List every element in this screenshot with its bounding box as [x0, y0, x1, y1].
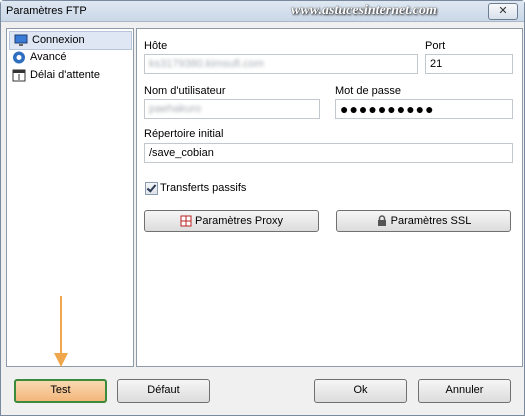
- watermark: www.astucesinternet.com: [291, 3, 437, 18]
- lock-icon: [377, 215, 386, 227]
- monitor-icon: [14, 34, 28, 46]
- initial-directory-label: Répertoire initial: [144, 128, 224, 140]
- sidebar-item-delai-attente[interactable]: Délai d'attente: [8, 67, 131, 84]
- sidebar-item-label: Délai d'attente: [30, 69, 100, 81]
- proxy-icon: [180, 215, 192, 227]
- ok-button-label: Ok: [353, 384, 368, 396]
- sidebar-item-label: Connexion: [32, 34, 85, 46]
- clock-window-icon: [12, 69, 26, 82]
- port-field[interactable]: 21: [425, 54, 513, 74]
- test-button[interactable]: Test: [14, 379, 107, 403]
- ok-button[interactable]: Ok: [314, 379, 407, 403]
- window-title: Paramètres FTP: [6, 5, 87, 17]
- port-value: 21: [430, 58, 443, 70]
- passive-transfers-checkbox[interactable]: [145, 182, 158, 195]
- host-field[interactable]: ks3179380.kimsufi.com: [144, 54, 418, 74]
- username-label: Nom d'utilisateur: [144, 85, 226, 97]
- test-button-label: Test: [50, 384, 71, 396]
- default-button[interactable]: Défaut: [117, 379, 210, 403]
- title-bar: Paramètres FTP www.astucesinternet.com ✕: [1, 1, 524, 22]
- sidebar-item-connexion[interactable]: Connexion: [9, 31, 132, 50]
- gear-icon: [13, 51, 25, 64]
- cancel-button-label: Annuler: [445, 384, 484, 396]
- sidebar-item-avance[interactable]: Avancé: [8, 49, 131, 66]
- proxy-settings-label: Paramètres Proxy: [194, 215, 284, 227]
- password-label: Mot de passe: [335, 85, 402, 97]
- host-value: ks3179380.kimsufi.com: [149, 58, 264, 70]
- username-value: paehakuro: [149, 103, 201, 115]
- initial-directory-field[interactable]: /save_cobian: [144, 143, 513, 163]
- password-value: ●●●●●●●●●●: [340, 101, 435, 117]
- default-button-label: Défaut: [147, 384, 180, 396]
- connection-panel: Hôte ks3179380.kimsufi.com Port 21 Nom d…: [136, 28, 523, 367]
- close-icon: ✕: [498, 5, 508, 17]
- close-button[interactable]: ✕: [488, 3, 518, 20]
- settings-sidebar: Connexion Avancé Délai d'attente: [6, 28, 134, 367]
- ftp-settings-dialog: Paramètres FTP www.astucesinternet.com ✕…: [0, 0, 525, 416]
- ssl-settings-label: Paramètres SSL: [390, 215, 472, 227]
- sidebar-item-label: Avancé: [30, 51, 67, 63]
- ssl-settings-button[interactable]: Paramètres SSL: [336, 210, 511, 232]
- host-label: Hôte: [144, 40, 168, 52]
- initial-directory-value: /save_cobian: [149, 147, 214, 159]
- port-label: Port: [425, 40, 446, 52]
- username-field[interactable]: paehakuro: [144, 99, 320, 119]
- password-field[interactable]: ●●●●●●●●●●: [335, 99, 513, 119]
- cancel-button[interactable]: Annuler: [418, 379, 511, 403]
- proxy-settings-button[interactable]: Paramètres Proxy: [144, 210, 319, 232]
- annotation-arrow-shaft: [60, 296, 62, 356]
- passive-transfers-label: Transferts passifs: [160, 182, 247, 194]
- annotation-arrow-head: [54, 353, 68, 367]
